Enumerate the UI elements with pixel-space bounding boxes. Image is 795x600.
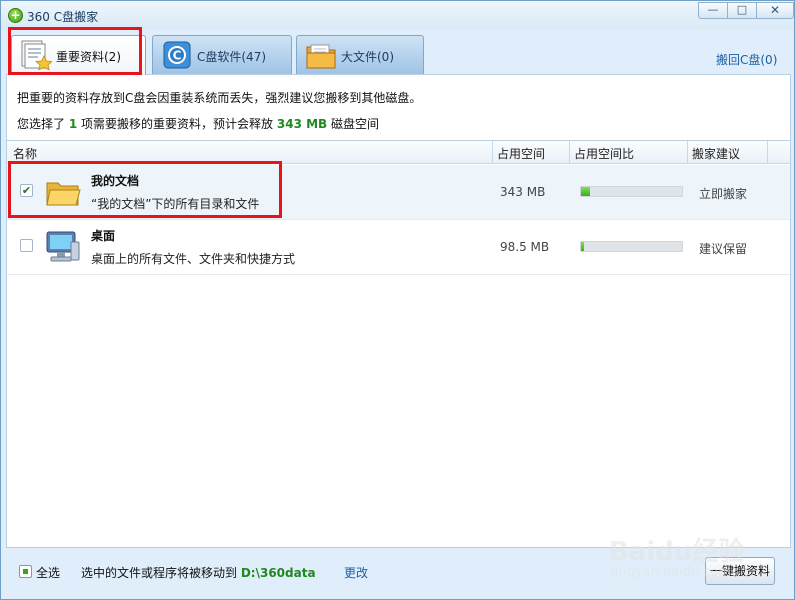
folder-icon bbox=[46, 182, 81, 206]
change-destination-link[interactable]: 更改 bbox=[344, 564, 368, 581]
row-description: “我的文档”下的所有目录和文件 bbox=[91, 197, 260, 211]
window-title: 360 C盘搬家 bbox=[27, 10, 99, 24]
table-row[interactable]: 桌面 桌面上的所有文件、文件夹和快捷方式 98.5 MB 建议保留 bbox=[7, 220, 790, 275]
header-ratio[interactable]: 占用空间比 bbox=[574, 145, 634, 162]
summary-suffix: 磁盘空间 bbox=[331, 117, 380, 131]
row-checkbox[interactable]: ✔ bbox=[20, 184, 33, 197]
data-table: 名称 占用空间 占用空间比 搬家建议 ✔ 我的文档 “我的文档”下的所有目录和文… bbox=[6, 140, 791, 548]
tab-large-files[interactable]: 大文件(0) bbox=[296, 35, 424, 74]
warning-text: 把重要的资料存放到C盘会因重装系统而丢失，强烈建议您搬移到其他磁盘。 bbox=[17, 91, 422, 105]
row-description: 桌面上的所有文件、文件夹和快捷方式 bbox=[91, 252, 296, 266]
maximize-button[interactable]: □ bbox=[727, 2, 757, 19]
row-checkbox[interactable] bbox=[20, 239, 33, 252]
row-size: 98.5 MB bbox=[500, 240, 550, 254]
documents-star-icon bbox=[21, 40, 52, 70]
column-divider bbox=[767, 141, 768, 164]
row-advice: 立即搬家 bbox=[699, 187, 748, 201]
restore-to-c-link[interactable]: 搬回C盘(0) bbox=[716, 51, 777, 68]
summary-prefix: 您选择了 bbox=[17, 117, 66, 131]
tab-c-drive-software[interactable]: C C盘软件(47) bbox=[152, 35, 292, 74]
row-title: 我的文档 bbox=[91, 174, 140, 188]
title-bar: + 360 C盘搬家 — □ ✕ bbox=[1, 1, 794, 29]
usage-bar bbox=[580, 241, 683, 252]
table-row[interactable]: ✔ 我的文档 “我的文档”下的所有目录和文件 343 MB 立即搬家 bbox=[7, 165, 790, 220]
destination-label: 选中的文件或程序将被移动到 bbox=[81, 566, 238, 580]
c-drive-app-icon: C bbox=[163, 41, 191, 69]
column-divider bbox=[492, 141, 493, 164]
desktop-computer-icon bbox=[46, 231, 80, 262]
table-header: 名称 占用空间 占用空间比 搬家建议 bbox=[7, 141, 790, 164]
tab-label: C盘软件(47) bbox=[197, 50, 267, 64]
select-all-label[interactable]: 全选 bbox=[36, 564, 60, 581]
row-advice: 建议保留 bbox=[699, 242, 748, 256]
column-divider bbox=[687, 141, 688, 164]
destination-text: 选中的文件或程序将被移动到 D:\360data bbox=[81, 564, 316, 581]
svg-text:C: C bbox=[173, 49, 182, 63]
usage-bar-fill bbox=[581, 242, 585, 251]
selection-summary: 您选择了 1 项需要搬移的重要资料，预计会释放 343 MB 磁盘空间 bbox=[17, 115, 379, 132]
info-panel: 把重要的资料存放到C盘会因重装系统而丢失，强烈建议您搬移到其他磁盘。 您选择了 … bbox=[6, 74, 791, 140]
move-data-button[interactable]: 一键搬资料 bbox=[705, 557, 775, 585]
header-size[interactable]: 占用空间 bbox=[497, 145, 545, 162]
selected-count: 1 bbox=[68, 117, 78, 131]
tab-label: 大文件(0) bbox=[341, 50, 394, 64]
row-title: 桌面 bbox=[91, 229, 116, 243]
tab-label: 重要资料(2) bbox=[56, 50, 121, 64]
column-divider bbox=[569, 141, 570, 164]
select-all-checkbox[interactable] bbox=[19, 565, 32, 578]
app-window: + 360 C盘搬家 — □ ✕ 重要资料(2) C C盘软件(47) 大文件(… bbox=[0, 0, 795, 600]
row-size: 343 MB bbox=[500, 185, 546, 199]
release-size: 343 MB bbox=[276, 117, 328, 131]
app-logo-icon: + bbox=[8, 8, 23, 23]
summary-middle: 项需要搬移的重要资料，预计会释放 bbox=[81, 117, 274, 131]
header-advice[interactable]: 搬家建议 bbox=[692, 145, 740, 162]
close-button[interactable]: ✕ bbox=[756, 2, 794, 19]
usage-bar bbox=[580, 186, 683, 197]
footer-bar: 全选 选中的文件或程序将被移动到 D:\360data 更改 一键搬资料 bbox=[1, 548, 794, 599]
tab-important-data[interactable]: 重要资料(2) bbox=[11, 35, 146, 75]
destination-path: D:\360data bbox=[240, 566, 316, 580]
large-files-folder-icon bbox=[306, 44, 336, 69]
header-name[interactable]: 名称 bbox=[13, 145, 37, 162]
minimize-button[interactable]: — bbox=[698, 2, 728, 19]
usage-bar-fill bbox=[581, 187, 591, 196]
